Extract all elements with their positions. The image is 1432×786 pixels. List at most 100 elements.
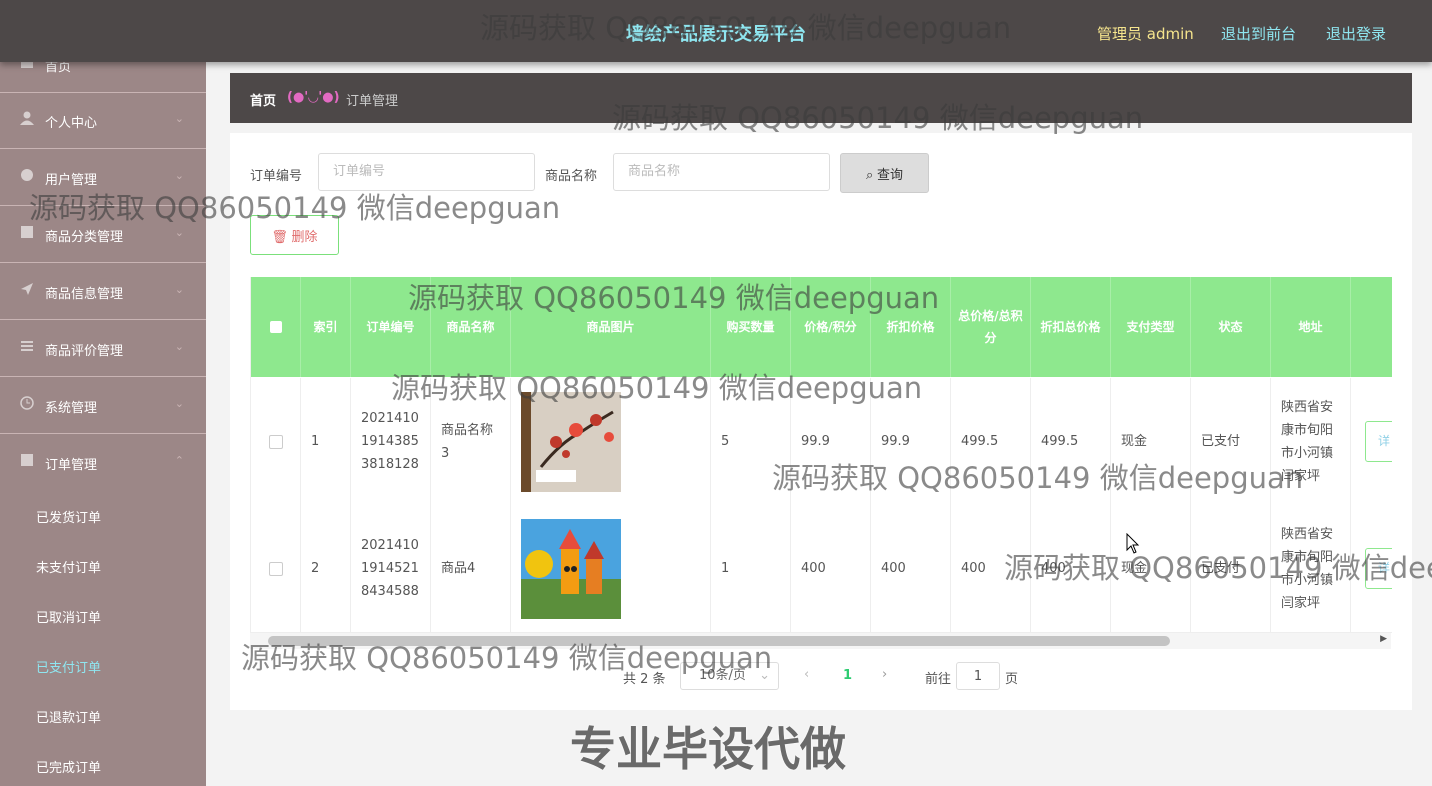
sidebar-item-order-management[interactable]: 订单管理 ⌃: [0, 434, 206, 490]
category-icon: [20, 225, 34, 239]
top-header: 墙绘产品展示交易平台 管理员 admin 退出到前台 退出登录: [0, 0, 1432, 62]
header-discount-total[interactable]: 折扣总价格: [1031, 277, 1111, 377]
header-product-name[interactable]: 商品名称: [431, 277, 511, 377]
cell-quantity: 1: [711, 505, 791, 632]
header-total[interactable]: 总价格/总积分: [951, 277, 1031, 377]
table-header: 索引 订单编号 商品名称 商品图片 购买数量 价格/积分 折扣价格 总价格/总积…: [251, 277, 1392, 377]
trash-icon: 🗑: [271, 228, 292, 244]
sidebar-item-label: 个人中心: [45, 116, 98, 131]
send-icon: [20, 282, 34, 296]
cell-address: 陕西省安 康市旬阳 市小河镇 闫家坪: [1271, 505, 1351, 632]
order-no-input[interactable]: [318, 153, 535, 191]
user-icon: [20, 111, 34, 125]
scrollbar-thumb[interactable]: [268, 636, 1170, 646]
query-button[interactable]: ⌕ 查询: [840, 153, 929, 193]
chevron-down-icon: ⌄: [759, 668, 770, 683]
order-no-line: 8434588: [361, 584, 419, 599]
cell-discount-total: 499.5: [1031, 378, 1111, 505]
sidebar-item-product-management[interactable]: 商品信息管理 ⌄: [0, 263, 206, 320]
header-actions: [1351, 277, 1392, 377]
order-no-label: 订单编号: [250, 169, 303, 184]
search-icon: ⌕: [866, 166, 877, 182]
query-button-label: 查询: [876, 166, 903, 182]
breadcrumb-home[interactable]: 首页: [250, 90, 276, 109]
breadcrumb-emoticon: (●'◡'●): [287, 90, 340, 105]
header-price[interactable]: 价格/积分: [791, 277, 871, 377]
cell-product-image: [511, 378, 711, 505]
cell-pay-type: 现金: [1111, 378, 1191, 505]
address-line: 闫家坪: [1281, 468, 1321, 484]
breadcrumb: 首页 (●'◡'●) 订单管理: [230, 73, 1412, 123]
product-name-label: 商品名称: [545, 169, 598, 184]
sidebar-subitem-completed[interactable]: 已完成订单: [36, 757, 101, 776]
cell-price: 400: [791, 505, 871, 632]
header-pay-type[interactable]: 支付类型: [1111, 277, 1191, 377]
sidebar-item-label: 订单管理: [45, 458, 98, 473]
sidebar-subitem-shipped[interactable]: 已发货订单: [36, 507, 101, 526]
logout-link[interactable]: 退出登录: [1326, 23, 1386, 44]
app-title: 墙绘产品展示交易平台: [626, 24, 806, 45]
row-checkbox[interactable]: [268, 434, 283, 449]
chevron-down-icon: ⌄: [174, 340, 184, 353]
cell-status: 已支付: [1191, 505, 1271, 632]
cell-order-no: 2021410 1914521 8434588: [351, 505, 431, 632]
order-no-line: 1914385: [361, 434, 419, 449]
sidebar-subitem-cancelled[interactable]: 已取消订单: [36, 607, 101, 626]
sidebar-item-category-management[interactable]: 商品分类管理 ⌄: [0, 206, 206, 263]
cell-status: 已支付: [1191, 378, 1271, 505]
sidebar-item-label: 用户管理: [45, 173, 98, 188]
cell-index: 2: [301, 505, 351, 632]
header-order-no[interactable]: 订单编号: [351, 277, 431, 377]
sidebar-item-review-management[interactable]: 商品评价管理 ⌄: [0, 320, 206, 377]
header-status[interactable]: 状态: [1191, 277, 1271, 377]
pager-total: 共 2 条: [623, 672, 666, 687]
header-product-image[interactable]: 商品图片: [511, 277, 711, 377]
order-icon: [20, 453, 34, 467]
home-icon: [20, 62, 34, 69]
header-address[interactable]: 地址: [1271, 277, 1351, 377]
address-line: 康市旬阳: [1281, 422, 1334, 438]
address-line: 市小河镇: [1281, 572, 1334, 588]
detail-button[interactable]: 详: [1365, 548, 1392, 589]
header-discount-price[interactable]: 折扣价格: [871, 277, 951, 377]
scroll-right-arrow-icon[interactable]: ▶: [1380, 634, 1387, 644]
delete-button-label: 删除: [291, 228, 318, 244]
sidebar-item-personal-center[interactable]: 个人中心 ⌄: [0, 92, 206, 149]
cell-discount-total: 400: [1031, 505, 1111, 632]
sidebar-item-user-management[interactable]: 用户管理 ⌄: [0, 149, 206, 206]
prev-page-icon[interactable]: ‹: [804, 667, 809, 682]
row-checkbox[interactable]: [268, 561, 283, 576]
product-name-input[interactable]: [613, 153, 830, 191]
page-number-current[interactable]: 1: [843, 668, 852, 683]
chevron-down-icon: ⌄: [174, 226, 184, 239]
sidebar-subitem-unpaid[interactable]: 未支付订单: [36, 557, 101, 576]
exit-to-front-link[interactable]: 退出到前台: [1221, 23, 1296, 44]
table-row: 2 2021410 1914521 8434588 商品4 1 400 400 40…: [251, 505, 1392, 633]
page-size-select[interactable]: 10条/页 ⌄: [680, 662, 779, 690]
header-select-all[interactable]: [251, 277, 301, 377]
product-image-mural-castle[interactable]: [521, 518, 621, 619]
sidebar-item-home[interactable]: 首页: [0, 62, 206, 93]
chevron-down-icon: ⌄: [174, 283, 184, 296]
cell-order-no: 2021410 1914385 3818128: [351, 378, 431, 505]
product-image-mural-tree[interactable]: [521, 391, 621, 492]
header-quantity[interactable]: 购买数量: [711, 277, 791, 377]
sidebar-subitem-refunded[interactable]: 已退款订单: [36, 707, 101, 726]
sidebar-subitem-paid[interactable]: 已支付订单: [36, 657, 101, 676]
horizontal-scrollbar[interactable]: ▶: [250, 633, 1391, 649]
delete-button[interactable]: 🗑 删除: [250, 215, 339, 255]
sidebar-item-system-management[interactable]: 系统管理 ⌄: [0, 377, 206, 434]
table-row: 1 2021410 1914385 3818128 商品名称 3 5 99.9 99.…: [251, 378, 1392, 506]
sidebar-item-label: 商品评价管理: [45, 344, 124, 359]
users-icon: [20, 168, 34, 182]
detail-button[interactable]: 详: [1365, 421, 1392, 462]
page-suffix: 页: [1005, 672, 1019, 687]
cell-index: 1: [301, 378, 351, 505]
cell-address: 陕西省安 康市旬阳 市小河镇 闫家坪: [1271, 378, 1351, 505]
select-all-checkbox[interactable]: [269, 321, 282, 333]
chevron-down-icon: ⌄: [174, 112, 184, 125]
next-page-icon[interactable]: ›: [882, 667, 887, 682]
product-name-line: 3: [441, 445, 450, 461]
goto-page-input[interactable]: [956, 662, 1000, 690]
address-line: 市小河镇: [1281, 445, 1334, 461]
